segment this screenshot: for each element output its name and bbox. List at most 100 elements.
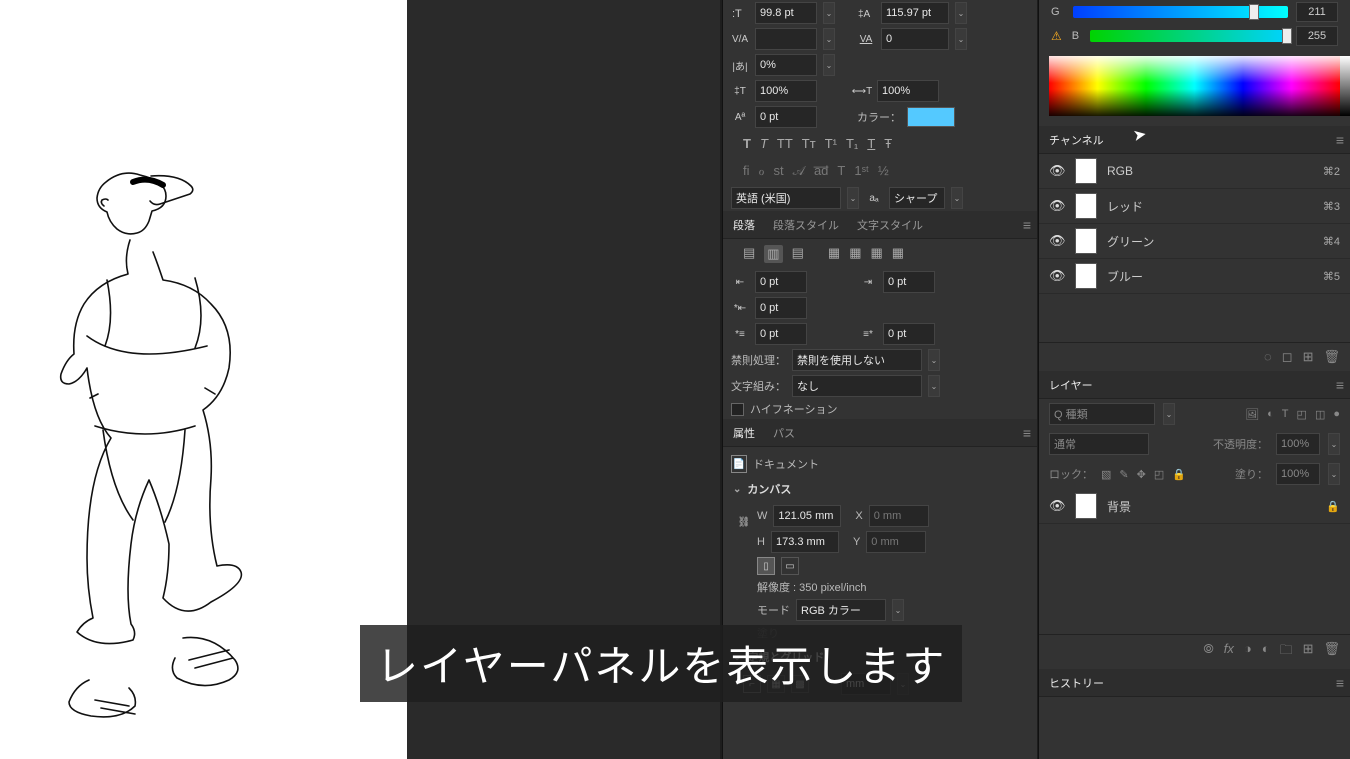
tab-char-style[interactable]: 文字スタイル [853, 217, 927, 233]
load-selection-icon[interactable]: ◌ [1264, 349, 1272, 365]
filter-type-icon[interactable]: T [1282, 408, 1289, 420]
channel-row[interactable]: 👁 グリーン ⌘4 [1039, 224, 1350, 259]
antialias-select[interactable]: シャープ [889, 187, 945, 209]
indent-first-input[interactable]: 0 pt [755, 297, 807, 319]
document-canvas[interactable] [0, 0, 407, 759]
leading-input[interactable]: 115.97 pt [881, 2, 949, 24]
antialias-dropdown[interactable]: ⌄ [951, 187, 963, 209]
oldstyle-icon[interactable]: a̅d̅ [814, 163, 828, 179]
history-panel-menu-icon[interactable]: ≡ [1336, 675, 1344, 691]
canvas-w-input[interactable]: 121.05 mm [773, 505, 841, 527]
channel-row[interactable]: 👁 レッド ⌘3 [1039, 189, 1350, 224]
smallcaps-icon[interactable]: Tᴛ [802, 136, 816, 151]
vscale-input[interactable]: 100% [755, 80, 817, 102]
visibility-icon[interactable]: 👁 [1049, 198, 1065, 214]
lock-paint-icon[interactable]: ✎ [1119, 468, 1128, 481]
mode-dropdown[interactable]: ⌄ [892, 599, 904, 621]
layer-filter-dropdown[interactable]: ⌄ [1163, 403, 1175, 425]
link-wh-icon[interactable]: ⛓ [735, 513, 753, 531]
tsume-dropdown[interactable]: ⌄ [823, 54, 835, 76]
stylistic-icon[interactable]: st [774, 163, 784, 179]
save-selection-icon[interactable]: ◻ [1282, 349, 1293, 365]
canvas-h-input[interactable]: 173.3 mm [771, 531, 839, 553]
g-value[interactable]: 211 [1296, 2, 1338, 22]
adjustment-icon[interactable]: ◐ [1262, 641, 1270, 663]
tab-layers[interactable]: レイヤー [1045, 377, 1097, 393]
ornament-icon[interactable]: ℴ [759, 163, 765, 179]
b-value[interactable]: 255 [1296, 26, 1338, 46]
opacity-dropdown[interactable]: ⌄ [1328, 433, 1340, 455]
swash-icon[interactable]: 𝒜 [793, 163, 805, 179]
tab-history[interactable]: ヒストリー [1045, 675, 1108, 691]
subscript-icon[interactable]: T₁ [846, 136, 858, 151]
orientation-portrait-icon[interactable]: ▯ [757, 557, 775, 575]
align-center-icon[interactable]: ▥ [764, 245, 782, 263]
hyphenation-checkbox[interactable] [731, 403, 744, 416]
leading-dropdown[interactable]: ⌄ [955, 2, 967, 24]
fill-input[interactable]: 100% [1276, 463, 1320, 485]
justify-right-icon[interactable]: ▦ [870, 245, 882, 263]
tab-paragraph-style[interactable]: 段落スタイル [769, 217, 843, 233]
kinsoku-select[interactable]: 禁則を使用しない [792, 349, 922, 371]
channels-panel-menu-icon[interactable]: ≡ [1336, 132, 1344, 148]
layer-row[interactable]: 👁 背景 🔒 [1039, 489, 1350, 524]
tsume-input[interactable]: 0% [755, 54, 817, 76]
orientation-landscape-icon[interactable]: ▭ [781, 557, 799, 575]
canvas-y-input[interactable]: 0 mm [866, 531, 926, 553]
text-color-swatch[interactable] [907, 107, 955, 127]
mask-icon[interactable]: ◑ [1244, 641, 1252, 663]
filter-toggle-icon[interactable]: ● [1333, 408, 1340, 420]
font-size-input[interactable]: 99.8 pt [755, 2, 817, 24]
visibility-icon[interactable]: 👁 [1049, 268, 1065, 284]
indent-right-input[interactable]: 0 pt [883, 271, 935, 293]
group-icon[interactable]: 🗀 [1280, 641, 1293, 663]
layer-filter-select[interactable]: Q 種類 [1049, 403, 1155, 425]
font-size-dropdown[interactable]: ⌄ [823, 2, 835, 24]
align-left-icon[interactable]: ▤ [743, 245, 755, 263]
titling-icon[interactable]: T [837, 163, 845, 179]
canvas-x-input[interactable]: 0 mm [869, 505, 929, 527]
visibility-icon[interactable]: 👁 [1049, 498, 1065, 514]
canvas-section-header[interactable]: カンバス [723, 475, 1037, 503]
tracking-input[interactable]: 0 [881, 28, 949, 50]
link-layers-icon[interactable]: ⦾ [1203, 641, 1213, 663]
blend-mode-select[interactable]: 通常 [1049, 433, 1149, 455]
tab-properties[interactable]: 属性 [729, 425, 759, 441]
hscale-input[interactable]: 100% [877, 80, 939, 102]
filter-image-icon[interactable]: 🖼 [1245, 408, 1259, 421]
tab-paragraph[interactable]: 段落 [729, 217, 759, 233]
mojikumi-select[interactable]: なし [792, 375, 922, 397]
kerning-input[interactable] [755, 28, 817, 50]
kinsoku-dropdown[interactable]: ⌄ [928, 349, 940, 371]
superscript-icon[interactable]: T¹ [825, 136, 837, 151]
layer-lock-icon[interactable]: 🔒 [1326, 500, 1340, 513]
kerning-dropdown[interactable]: ⌄ [823, 28, 835, 50]
properties-panel-menu-icon[interactable]: ≡ [1023, 425, 1031, 441]
filter-adjust-icon[interactable]: ◐ [1267, 408, 1274, 420]
space-before-input[interactable]: 0 pt [755, 323, 807, 345]
layers-panel-menu-icon[interactable]: ≡ [1336, 377, 1344, 393]
channel-row[interactable]: 👁 RGB ⌘2 [1039, 154, 1350, 189]
bold-icon[interactable]: T [743, 136, 751, 151]
delete-channel-icon[interactable]: 🗑 [1323, 349, 1340, 365]
mode-select[interactable]: RGB カラー [796, 599, 886, 621]
space-after-input[interactable]: 0 pt [883, 323, 935, 345]
tracking-dropdown[interactable]: ⌄ [955, 28, 967, 50]
ligature-icon[interactable]: fi [743, 163, 750, 179]
channel-row[interactable]: 👁 ブルー ⌘5 [1039, 259, 1350, 294]
gamut-warning-icon[interactable]: ⚠ [1051, 29, 1062, 43]
fraction-icon[interactable]: ½ [878, 163, 889, 179]
indent-left-input[interactable]: 0 pt [755, 271, 807, 293]
justify-all-icon[interactable]: ▦ [892, 245, 904, 263]
tab-channels[interactable]: チャンネル [1045, 132, 1108, 148]
filter-smart-icon[interactable]: ◫ [1315, 408, 1325, 421]
allcaps-icon[interactable]: TT [777, 136, 793, 151]
align-right-icon[interactable]: ▤ [792, 245, 804, 263]
delete-layer-icon[interactable]: 🗑 [1323, 641, 1340, 663]
justify-center-icon[interactable]: ▦ [849, 245, 861, 263]
tab-paths[interactable]: パス [769, 425, 799, 441]
strikethrough-icon[interactable]: Ŧ [884, 136, 892, 151]
visibility-icon[interactable]: 👁 [1049, 233, 1065, 249]
lock-pixels-icon[interactable]: ▧ [1101, 468, 1111, 481]
new-layer-icon[interactable]: ⊞ [1303, 641, 1314, 663]
